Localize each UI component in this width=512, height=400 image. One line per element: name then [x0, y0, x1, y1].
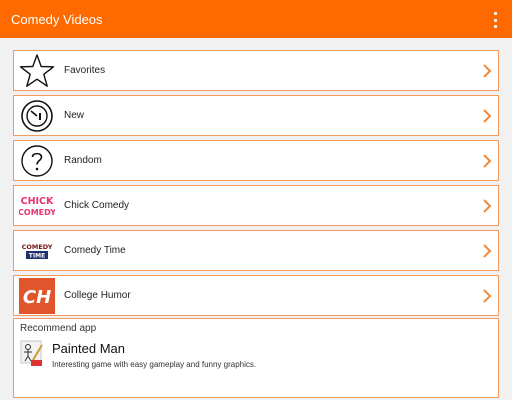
svg-text:COMEDY: COMEDY	[22, 243, 53, 251]
comedy-time-logo: COMEDY TIME	[19, 233, 55, 269]
chevron-right-icon	[483, 289, 492, 303]
menu-item-label: Random	[64, 155, 102, 166]
college-humor-logo: CH	[19, 277, 55, 314]
menu-item-chick-comedy[interactable]: CHICK COMEDY Chick Comedy	[13, 185, 499, 226]
svg-text:CH: CH	[23, 287, 51, 308]
chevron-right-icon	[483, 199, 492, 213]
category-list: Favorites New Random CHICK COMEDY Chick …	[13, 50, 499, 320]
svg-text:TIME: TIME	[29, 252, 45, 259]
chevron-right-icon	[483, 154, 492, 168]
question-icon	[19, 143, 55, 179]
menu-item-new[interactable]: New	[13, 95, 499, 136]
app-title: Comedy Videos	[11, 11, 103, 27]
recommended-app-name[interactable]: Painted Man	[52, 341, 125, 356]
menu-item-label: Comedy Time	[64, 245, 126, 256]
recommended-app-description: Interesting game with easy gameplay and …	[52, 360, 257, 369]
chevron-right-icon	[483, 64, 492, 78]
star-icon	[19, 53, 55, 89]
chevron-right-icon	[483, 244, 492, 258]
svg-text:COMEDY: COMEDY	[19, 208, 55, 217]
painted-man-app-icon	[20, 340, 44, 368]
menu-item-college-humor[interactable]: CH College Humor	[13, 275, 499, 316]
menu-item-favorites[interactable]: Favorites	[13, 50, 499, 91]
menu-item-random[interactable]: Random	[13, 140, 499, 181]
recommend-app-card[interactable]: Recommend app Painted Man Interesting ga…	[13, 318, 499, 398]
menu-item-label: Favorites	[64, 65, 106, 76]
clock-icon	[19, 98, 55, 134]
overflow-menu-icon[interactable]	[492, 12, 498, 28]
svg-text:CHICK: CHICK	[21, 196, 54, 207]
menu-item-label: College Humor	[64, 290, 131, 301]
chick-comedy-logo: CHICK COMEDY	[19, 188, 55, 224]
app-bar: Comedy Videos	[0, 0, 512, 38]
chevron-right-icon	[483, 109, 492, 123]
menu-item-label: New	[64, 110, 85, 121]
menu-item-label: Chick Comedy	[64, 200, 130, 211]
recommend-heading: Recommend app	[20, 323, 97, 334]
menu-item-comedy-time[interactable]: COMEDY TIME Comedy Time	[13, 230, 499, 271]
